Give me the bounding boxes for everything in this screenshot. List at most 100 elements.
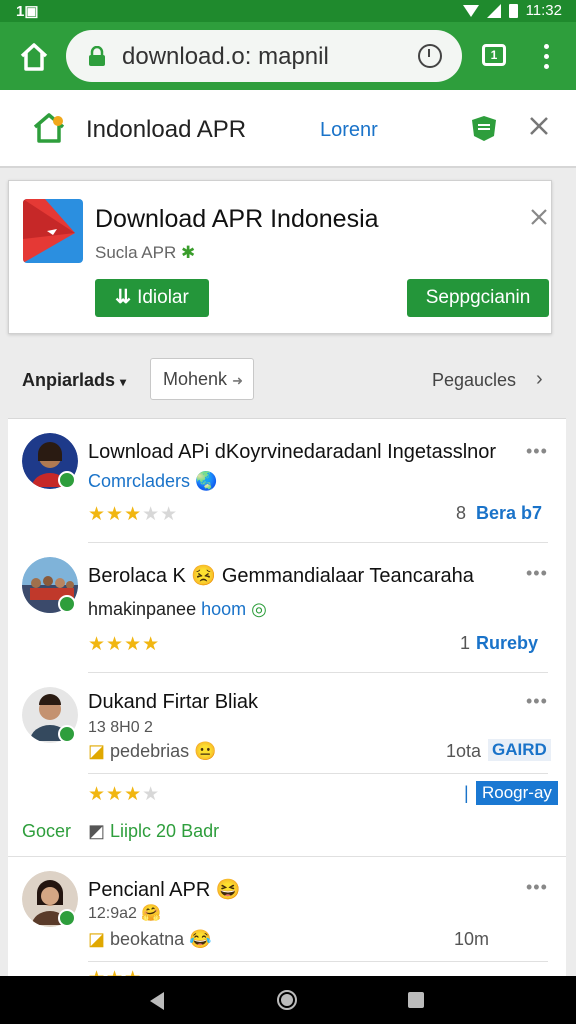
chevron-right-icon[interactable]: › (536, 368, 543, 391)
item-title: Dukand Firtar Bliak (88, 691, 259, 713)
pages-link[interactable]: Pegaucles (432, 370, 516, 391)
tabs-button[interactable]: 1 (482, 44, 506, 66)
item-badge: GAIRD (488, 739, 551, 761)
verified-badge-icon (58, 909, 76, 927)
tag-icon: ◪ (88, 741, 106, 761)
filter-bar: Anpiarlads ▾ Mohenk ➜ Pegaucles › (0, 352, 576, 408)
item-title-part2: Gemmandialaar Teancaraha (221, 565, 474, 587)
status-icons: 11:32 (462, 2, 562, 19)
item-subtitle-link[interactable]: hoom (201, 599, 246, 619)
item-subtitle: ◪ pedebrias 😐 (88, 741, 217, 762)
caret-right-icon: ➜ (232, 373, 243, 388)
history-icon[interactable] (418, 44, 442, 68)
list-item[interactable]: Dukand Firtar Bliak ••• 13 8H0 2 ◪ pedeb… (8, 673, 566, 857)
stars-empty: ★ (142, 784, 161, 805)
caret-down-icon: ▾ (120, 375, 127, 389)
close-icon[interactable] (527, 114, 551, 138)
page-title: Indonload APR (86, 116, 247, 143)
emoji-icon: 😐 (194, 741, 217, 761)
list-item[interactable]: Lownload APi dKoyrvinedaradanl Ingetassl… (8, 419, 566, 543)
install-button[interactable]: ⇊ Idiolar (95, 279, 209, 317)
close-icon[interactable] (529, 207, 549, 227)
list-item[interactable]: Berolaca K 😣 Gemmandialaar Teancaraha ••… (8, 543, 566, 673)
item-subtitle-text: pedebrias (110, 741, 190, 761)
home-circle-icon[interactable] (277, 990, 297, 1010)
shield-icon[interactable] (470, 114, 498, 142)
lock-icon (89, 46, 105, 66)
verified-badge-icon (58, 725, 76, 743)
item-subtitle-text: beokatna (110, 929, 185, 949)
stars-filled: ★★★★ (88, 634, 161, 655)
item-subtitle: hmakinpanee hoom ◎ (88, 599, 267, 620)
app-icon (23, 199, 83, 263)
page-header: Indonload APR Lorenr (0, 90, 576, 168)
card-subtitle: Sucla APR ✱ (95, 243, 195, 263)
filter-select[interactable]: Mohenk ➜ (150, 358, 254, 400)
verified-badge-icon (58, 595, 76, 613)
secondary-button[interactable]: Seppgcianin (407, 279, 549, 317)
site-logo[interactable] (32, 112, 66, 144)
sort-dropdown[interactable]: Anpiarlads ▾ (22, 370, 126, 391)
status-time: 11:32 (525, 2, 562, 19)
item-action-link[interactable]: Bera b7 (476, 503, 542, 524)
divider (88, 961, 548, 962)
item-subtitle: Comrcladers 🌏 (88, 471, 217, 492)
item-action-link[interactable]: Rureby (476, 633, 538, 654)
verified-badge-icon (58, 471, 76, 489)
item-count: 1ota (446, 741, 482, 761)
item-title: Pencianl APR 😆 (88, 877, 241, 902)
status-left: 1▣ (16, 3, 39, 20)
browser-toolbar: download.o: mapnil 1 (0, 22, 576, 90)
home-icon[interactable] (18, 42, 50, 72)
back-icon[interactable] (150, 992, 164, 1010)
emoji-icon: 🤗 (141, 905, 162, 922)
header-link[interactable]: Lorenr (320, 119, 378, 142)
results-list: Lownload APi dKoyrvinedaradanl Ingetassl… (8, 418, 566, 978)
item-footer-text: Liiplc 20 Badr (110, 821, 220, 841)
item-footer[interactable]: ◩ Liiplc 20 Badr (88, 821, 219, 842)
android-nav-bar (0, 976, 576, 1024)
tag-icon: ◩ (88, 821, 106, 841)
item-meta-text: 12:9a2 (88, 905, 137, 922)
more-icon[interactable]: ••• (526, 563, 548, 584)
rating-stars: ★★★★ (88, 633, 160, 656)
sort-label: Anpiarlads (22, 370, 116, 390)
item-title: Berolaca K 😣 Gemmandialaar Teancaraha (88, 563, 474, 588)
more-icon[interactable]: ••• (526, 877, 548, 898)
url-text: download.o: mapnil (122, 43, 329, 70)
item-count: 10m (454, 929, 490, 949)
address-bar[interactable]: download.o: mapnil (66, 30, 462, 82)
signal-icon (486, 3, 501, 18)
overflow-menu-icon[interactable] (538, 42, 554, 72)
item-title: Lownload APi dKoyrvinedaradanl Ingetassl… (88, 441, 497, 463)
tag-icon: ◪ (88, 929, 106, 949)
list-item[interactable]: Pencianl APR 😆 ••• 12:9a2 🤗 ◪ beokatna 😂… (8, 857, 566, 978)
emoji-icon: 😂 (189, 929, 212, 949)
item-meta: 13 8H0 2 (88, 719, 153, 736)
item-title-part1: Berolaca K (88, 565, 186, 587)
item-title-text: Pencianl APR (88, 879, 211, 901)
status-bar: 1▣ 11:32 (0, 0, 576, 22)
item-meta: 12:9a2 🤗 (88, 903, 161, 923)
download-card: Download APR Indonesia Sucla APR ✱ ⇊ Idio… (8, 180, 552, 334)
item-count: 1 (460, 633, 471, 653)
emoji-icon: 😣 (191, 565, 217, 587)
item-subtitle: ◪ beokatna 😂 (88, 929, 212, 950)
rating-stars: ★★★★★ (88, 503, 178, 526)
card-subtitle-text: Sucla APR (95, 243, 177, 262)
card-title: Download APR Indonesia (95, 205, 379, 233)
divider (88, 773, 548, 774)
recents-icon[interactable] (408, 992, 424, 1008)
stars-filled: ★★★ (88, 784, 143, 805)
item-count: 8 (456, 503, 467, 523)
stars-empty: ★★ (142, 504, 179, 525)
tag-separator: | (464, 783, 469, 803)
wifi-icon (462, 4, 479, 17)
globe-icon: 🌏 (195, 471, 218, 491)
item-tag-button[interactable]: Roogr-ay (476, 781, 558, 805)
item-subtitle-text: Comrcladers (88, 471, 191, 491)
install-icon: ⇊ (115, 287, 132, 308)
stars-filled: ★★★ (88, 504, 143, 525)
more-icon[interactable]: ••• (526, 691, 548, 712)
more-icon[interactable]: ••• (526, 441, 548, 462)
